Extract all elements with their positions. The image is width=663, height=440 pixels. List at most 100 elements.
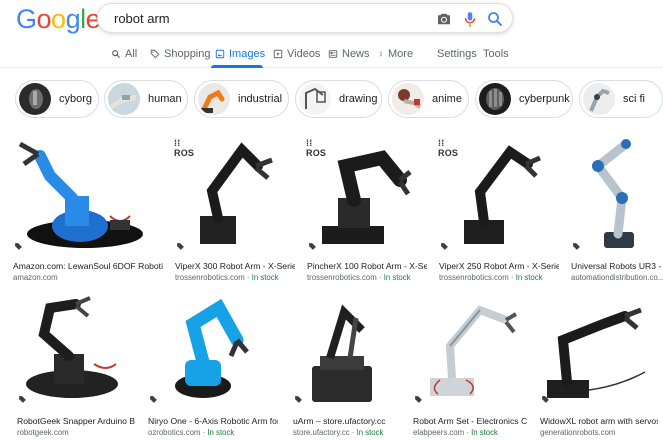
tag-icon: [19, 396, 26, 403]
chip-human[interactable]: human: [104, 80, 188, 118]
settings-label: Settings: [437, 48, 477, 60]
result-image[interactable]: [568, 136, 663, 256]
stock-status: In stock: [383, 273, 411, 282]
result-source[interactable]: generationrobots.com: [540, 428, 658, 437]
result-title[interactable]: PincherX 100 Robot Arm - X-Serie...: [307, 261, 427, 271]
result-image[interactable]: [537, 294, 653, 409]
tab-news[interactable]: News: [328, 48, 370, 60]
chip-cyborg[interactable]: cyborg: [15, 80, 99, 118]
stock-status: In stock: [515, 273, 543, 282]
chip-label: industrial: [238, 93, 283, 105]
chip-thumbnail: [392, 83, 424, 115]
result-title[interactable]: RobotGeek Snapper Arduino Ba...: [17, 416, 135, 426]
more-vert-icon: [380, 51, 382, 57]
google-logo[interactable]: Google: [16, 4, 101, 35]
tab-label: More: [388, 48, 414, 60]
source-domain: store.ufactory.cc: [293, 428, 350, 437]
result-image[interactable]: [290, 294, 397, 409]
result-image[interactable]: [14, 294, 132, 409]
chip-sci-fi[interactable]: sci fi: [579, 80, 663, 118]
result-source[interactable]: trossenrobotics.com · In stock: [307, 273, 427, 282]
tab-videos[interactable]: Videos: [273, 48, 320, 60]
tab-label: Videos: [287, 48, 321, 60]
stock-status: In stock: [251, 273, 279, 282]
tab-shopping[interactable]: Shopping: [150, 48, 211, 60]
tools-label: Tools: [483, 48, 509, 60]
source-domain: trossenrobotics.com: [439, 273, 509, 282]
tag-icon: [542, 396, 549, 403]
tools-link[interactable]: Tools: [483, 48, 509, 60]
result-title[interactable]: uArm – store.ufactory.cc: [293, 416, 400, 426]
newspaper-icon: [328, 50, 338, 58]
tab-more[interactable]: More: [378, 48, 413, 60]
chip-thumbnail: [583, 83, 615, 115]
tag-icon: [309, 243, 316, 250]
chip-label: cyberpunk: [519, 93, 570, 105]
tag-icon: [15, 243, 22, 250]
ros-badge: ⁞⁞ROS: [306, 138, 327, 158]
tab-images[interactable]: Images: [215, 48, 265, 60]
result-source[interactable]: robotgeek.com: [17, 428, 135, 437]
result-title[interactable]: Robot Arm Set - Electronics C...: [413, 416, 527, 426]
chip-cyberpunk[interactable]: cyberpunk: [475, 80, 573, 118]
source-domain: elabpeers.com: [413, 428, 465, 437]
logo-letter: g: [65, 4, 81, 34]
result-title[interactable]: Universal Robots UR3 - Li...: [571, 261, 663, 271]
result-title[interactable]: WidowXL robot arm with servos: [540, 416, 658, 426]
result-image[interactable]: [145, 294, 275, 409]
active-tab-indicator: [211, 65, 263, 68]
tag-icon: [441, 243, 448, 250]
stock-status: In stock: [356, 428, 384, 437]
result-title[interactable]: Amazon.com: LewanSoul 6DOF Robotic ...: [13, 261, 163, 271]
result-title[interactable]: ViperX 300 Robot Arm - X-Serie...: [175, 261, 295, 271]
tag-icon: [150, 49, 160, 59]
ros-badge: ⁞⁞ROS: [174, 138, 195, 158]
chip-thumbnail: [299, 83, 331, 115]
chip-label: anime: [432, 93, 462, 105]
chip-drawing[interactable]: drawing: [295, 80, 382, 118]
search-input[interactable]: robot arm: [114, 11, 170, 26]
result-source[interactable]: amazon.com: [13, 273, 163, 282]
tab-label: Shopping: [164, 48, 211, 60]
logo-letter: G: [16, 4, 37, 34]
result-source[interactable]: elabpeers.com · In stock: [413, 428, 527, 437]
result-title[interactable]: ViperX 250 Robot Arm - X-Serie...: [439, 261, 559, 271]
logo-letter: o: [36, 4, 52, 34]
result-title[interactable]: Niryo One - 6-Axis Robotic Arm for ...: [148, 416, 278, 426]
chip-thumbnail: [479, 83, 511, 115]
result-source[interactable]: automationdistribution.co...: [571, 273, 663, 282]
source-domain: ozrobotics.com: [148, 428, 201, 437]
stock-status: In stock: [207, 428, 235, 437]
stock-status: In stock: [471, 428, 498, 437]
camera-icon[interactable]: [435, 10, 453, 28]
chip-label: sci fi: [623, 93, 645, 105]
tab-label: News: [342, 48, 370, 60]
tag-icon: [295, 396, 302, 403]
source-domain: trossenrobotics.com: [307, 273, 377, 282]
play-icon: [273, 49, 283, 59]
chip-industrial[interactable]: industrial: [194, 80, 289, 118]
tab-label: All: [125, 48, 138, 60]
search-box[interactable]: robot arm: [97, 3, 513, 33]
tab-all[interactable]: All: [111, 48, 137, 60]
tag-icon: [150, 396, 157, 403]
tag-icon: [415, 396, 422, 403]
result-source[interactable]: trossenrobotics.com · In stock: [175, 273, 295, 282]
tag-icon: [177, 243, 184, 250]
microphone-icon[interactable]: [461, 10, 479, 28]
result-source[interactable]: store.ufactory.cc · In stock: [293, 428, 400, 437]
ros-badge: ⁞⁞ROS: [438, 138, 459, 158]
tag-icon: [573, 243, 580, 250]
result-image[interactable]: [410, 294, 524, 409]
result-source[interactable]: ozrobotics.com · In stock: [148, 428, 278, 437]
chip-thumbnail: [108, 83, 140, 115]
chip-thumbnail: [198, 83, 230, 115]
settings-link[interactable]: Settings: [437, 48, 477, 60]
search-icon[interactable]: [486, 10, 504, 28]
tab-label: Images: [229, 48, 266, 60]
image-icon: [215, 49, 225, 59]
result-source[interactable]: trossenrobotics.com · In stock: [439, 273, 559, 282]
source-domain: trossenrobotics.com: [175, 273, 245, 282]
chip-anime[interactable]: anime: [388, 80, 469, 118]
result-image[interactable]: [10, 136, 160, 256]
